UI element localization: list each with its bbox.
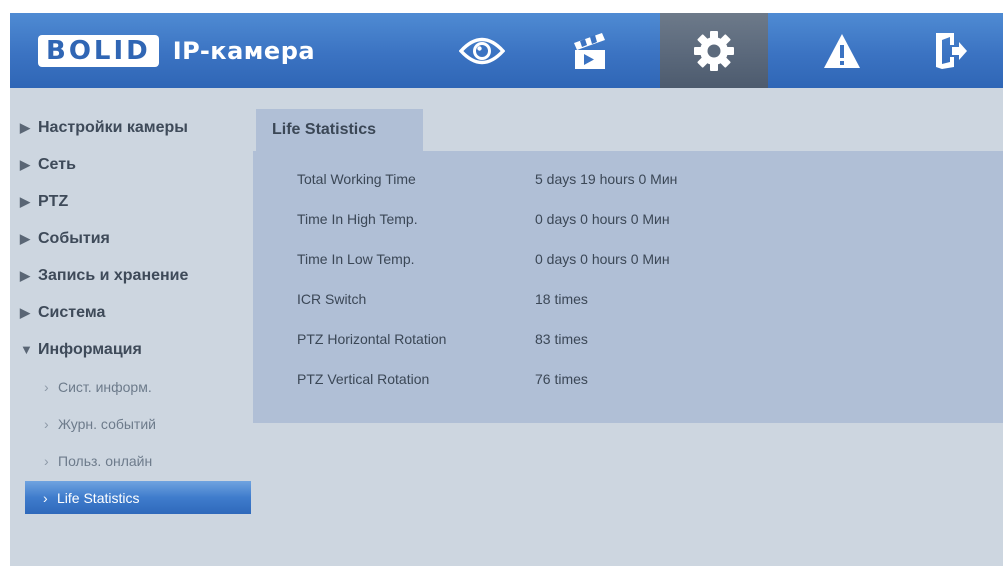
- expand-arrow-icon: ▶: [20, 119, 30, 135]
- sidebar-item-label: Информация: [38, 340, 142, 358]
- nav-playback-button[interactable]: [536, 13, 644, 88]
- tab-life-statistics[interactable]: Life Statistics: [256, 109, 423, 151]
- nav-logout-button[interactable]: [896, 13, 1003, 88]
- stat-label: PTZ Horizontal Rotation: [297, 331, 447, 347]
- sidebar-subitem-event-log[interactable]: › Журн. событий: [10, 405, 255, 442]
- stat-label: ICR Switch: [297, 291, 367, 307]
- stat-row: Time In High Temp. 0 days 0 hours 0 Мин: [297, 211, 670, 231]
- stat-value: 18 times: [535, 291, 588, 307]
- sidebar-item-network[interactable]: ▶ Сеть: [10, 146, 255, 183]
- sidebar-item-label: Запись и хранение: [38, 266, 189, 284]
- sidebar-subitem-label: Life Statistics: [57, 489, 140, 506]
- sidebar-item-label: Сеть: [38, 155, 76, 173]
- stat-label: Time In Low Temp.: [297, 251, 415, 267]
- warning-icon: [824, 33, 860, 68]
- sidebar-subitem-label: Журн. событий: [58, 415, 156, 432]
- stat-label: Time In High Temp.: [297, 211, 418, 227]
- stat-row: ICR Switch 18 times: [297, 291, 588, 311]
- chevron-right-icon: ›: [44, 378, 49, 395]
- logout-icon: [936, 32, 967, 69]
- nav-live-view-button[interactable]: [428, 13, 536, 88]
- clapperboard-icon: [574, 32, 605, 69]
- expand-arrow-icon: ▶: [20, 193, 30, 209]
- chevron-right-icon: ›: [44, 452, 49, 469]
- stat-value: 0 days 0 hours 0 Мин: [535, 251, 670, 267]
- eye-icon: [459, 37, 505, 64]
- nav-alarm-button[interactable]: [788, 13, 896, 88]
- sidebar-item-label: PTZ: [38, 192, 69, 210]
- sidebar-subitem-label: Польз. онлайн: [58, 452, 153, 469]
- sidebar-item-ptz[interactable]: ▶ PTZ: [10, 183, 255, 220]
- logo: BOLID IP-камера: [38, 31, 315, 71]
- chevron-right-icon: ›: [44, 415, 49, 432]
- sidebar: ▶ Настройки камеры ▶ Сеть ▶ PTZ ▶ Событи…: [10, 109, 255, 516]
- stat-row: PTZ Vertical Rotation 76 times: [297, 371, 588, 391]
- nav-settings-button[interactable]: [660, 13, 768, 88]
- sidebar-item-label: События: [38, 229, 110, 247]
- sidebar-item-storage[interactable]: ▶ Запись и хранение: [10, 257, 255, 294]
- expand-arrow-icon: ▶: [20, 156, 30, 172]
- stat-label: PTZ Vertical Rotation: [297, 371, 430, 387]
- stat-value: 76 times: [535, 371, 588, 387]
- gear-icon: [694, 30, 734, 71]
- sidebar-item-label: Система: [38, 303, 106, 321]
- sidebar-item-system[interactable]: ▶ Система: [10, 294, 255, 331]
- collapse-arrow-icon: ▼: [20, 342, 33, 357]
- header-bar: BOLID IP-камера: [10, 13, 1003, 88]
- sidebar-subitem-system-info[interactable]: › Сист. информ.: [10, 368, 255, 405]
- app-title: IP-камера: [172, 37, 316, 65]
- sidebar-item-camera-settings[interactable]: ▶ Настройки камеры: [10, 109, 255, 146]
- stat-row: Total Working Time 5 days 19 hours 0 Мин: [297, 171, 677, 191]
- sidebar-item-label: Настройки камеры: [38, 118, 188, 136]
- sidebar-subitem-label: Сист. информ.: [58, 378, 152, 395]
- stat-row: PTZ Horizontal Rotation 83 times: [297, 331, 588, 351]
- chevron-right-icon: ›: [43, 489, 48, 506]
- expand-arrow-icon: ▶: [20, 230, 30, 246]
- stat-row: Time In Low Temp. 0 days 0 hours 0 Мин: [297, 251, 670, 271]
- stat-label: Total Working Time: [297, 171, 416, 187]
- sidebar-item-information[interactable]: ▼ Информация: [10, 331, 255, 368]
- expand-arrow-icon: ▶: [20, 267, 30, 283]
- stat-value: 83 times: [535, 331, 588, 347]
- expand-arrow-icon: ▶: [20, 304, 30, 320]
- sidebar-item-events[interactable]: ▶ События: [10, 220, 255, 257]
- stat-value: 0 days 0 hours 0 Мин: [535, 211, 670, 227]
- stat-value: 5 days 19 hours 0 Мин: [535, 171, 678, 187]
- app-frame: BOLID IP-камера ▶ Настройки камеры ▶ Сет…: [10, 13, 1003, 566]
- logo-text: BOLID: [46, 36, 151, 66]
- sidebar-subitem-online-users[interactable]: › Польз. онлайн: [10, 442, 255, 479]
- sidebar-subitem-life-statistics[interactable]: › Life Statistics: [25, 481, 251, 514]
- logo-box: BOLID: [38, 35, 159, 67]
- statistics-panel: Total Working Time 5 days 19 hours 0 Мин…: [253, 151, 1003, 423]
